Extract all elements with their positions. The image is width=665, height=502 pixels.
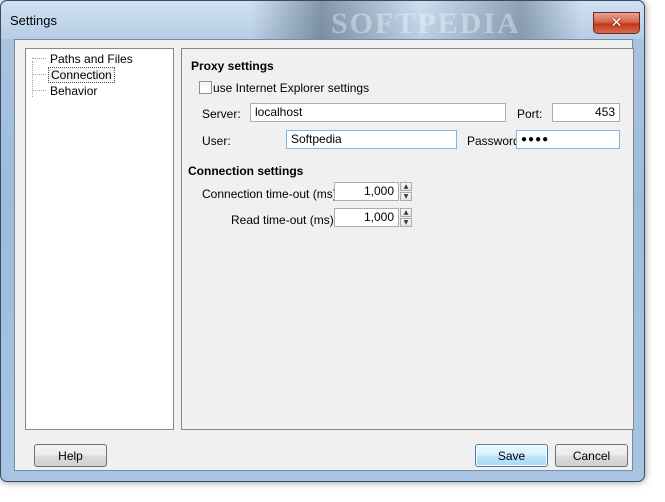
close-button[interactable]: ✕ xyxy=(593,12,640,34)
connection-settings-panel: Proxy settings use Internet Explorer set… xyxy=(181,48,634,430)
spin-up-icon[interactable]: ▲ xyxy=(400,182,412,191)
proxy-settings-heading: Proxy settings xyxy=(191,59,274,73)
connection-timeout-label: Connection time-out (ms): xyxy=(202,187,341,201)
title-bar[interactable]: Settings SOFTPEDIA ✕ xyxy=(1,1,644,40)
window-title: Settings xyxy=(10,13,57,28)
port-label: Port: xyxy=(517,107,543,121)
save-button[interactable]: Save xyxy=(475,444,548,467)
tree-item-label: Behavior xyxy=(50,84,98,98)
use-ie-settings-label[interactable]: use Internet Explorer settings xyxy=(213,81,369,95)
settings-window: Settings SOFTPEDIA ✕ Paths and Files Con… xyxy=(0,0,645,482)
read-timeout-input[interactable]: 1,000 xyxy=(334,208,399,227)
use-ie-settings-checkbox[interactable] xyxy=(199,81,212,94)
tree-item-connection[interactable]: Connection xyxy=(32,67,115,83)
spin-down-icon[interactable]: ▼ xyxy=(400,218,412,227)
tree-branch-dots xyxy=(32,90,46,92)
tree-item-behavior[interactable]: Behavior xyxy=(32,83,99,99)
read-timeout-label: Read time-out (ms): xyxy=(231,213,338,227)
password-input[interactable]: ●●●● xyxy=(516,130,620,149)
server-label: Server: xyxy=(202,107,241,121)
tree-item-paths-and-files[interactable]: Paths and Files xyxy=(32,51,135,67)
tree-branch-dots xyxy=(32,74,46,76)
connection-timeout-spinner: ▲ ▼ xyxy=(400,182,412,201)
tree-item-label: Paths and Files xyxy=(50,52,133,66)
connection-timeout-input[interactable]: 1,000 xyxy=(334,182,399,201)
tree-item-label: Connection xyxy=(48,67,115,83)
password-label: Password: xyxy=(467,134,524,148)
server-input[interactable]: localhost xyxy=(250,103,506,122)
user-input[interactable]: Softpedia xyxy=(286,130,457,149)
spin-up-icon[interactable]: ▲ xyxy=(400,208,412,217)
read-timeout-spinner: ▲ ▼ xyxy=(400,208,412,227)
user-label: User: xyxy=(202,134,231,148)
help-button[interactable]: Help xyxy=(34,444,107,467)
close-icon: ✕ xyxy=(610,15,623,31)
cancel-button[interactable]: Cancel xyxy=(555,444,628,467)
tree-branch-dots xyxy=(32,58,46,60)
softpedia-watermark: SOFTPEDIA xyxy=(331,7,521,40)
spin-down-icon[interactable]: ▼ xyxy=(400,192,412,201)
settings-category-tree: Paths and Files Connection Behavior xyxy=(25,48,174,430)
dialog-client-area: Paths and Files Connection Behavior Prox… xyxy=(14,39,634,471)
port-input[interactable]: 453 xyxy=(552,103,620,122)
connection-settings-heading: Connection settings xyxy=(188,164,304,178)
